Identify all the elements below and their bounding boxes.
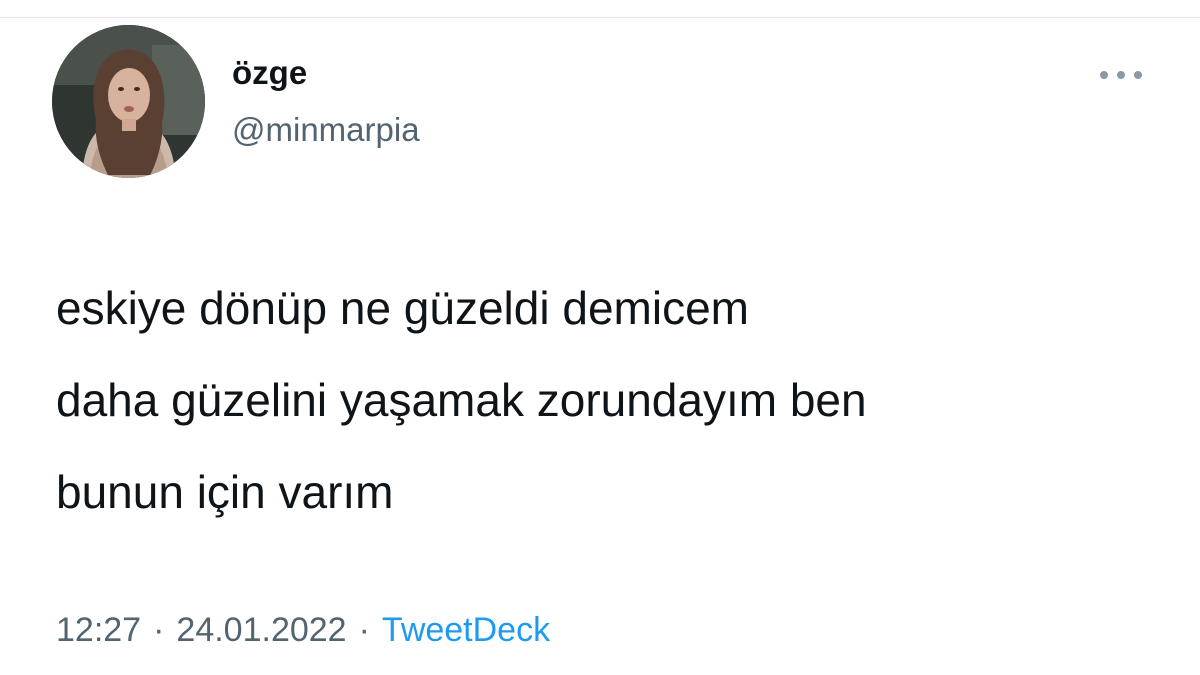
tweet-text: eskiye dönüp ne güzeldi demicem daha güz…	[56, 262, 1166, 538]
tweet-text-line: daha güzelini yaşamak zorundayım ben	[56, 374, 867, 426]
separator-dot: ·	[153, 611, 165, 649]
tweet-date[interactable]: 24.01.2022	[176, 611, 346, 649]
tweet-source-link[interactable]: TweetDeck	[382, 611, 550, 649]
avatar[interactable]	[52, 25, 205, 178]
separator-dot: ·	[358, 611, 370, 649]
tweet-metadata: 12:27 · 24.01.2022 · TweetDeck	[56, 610, 550, 650]
top-divider	[0, 17, 1200, 18]
display-name[interactable]: özge	[232, 56, 307, 89]
user-handle[interactable]: @minmarpia	[232, 113, 420, 146]
profile-photo-icon	[52, 25, 205, 178]
tweet-text-line: eskiye dönüp ne güzeldi demicem	[56, 282, 749, 334]
ellipsis-icon	[1100, 71, 1142, 79]
tweet-text-line: bunun için varım	[56, 466, 394, 518]
more-options-button[interactable]	[1095, 60, 1147, 90]
tweet-time[interactable]: 12:27	[56, 611, 141, 649]
